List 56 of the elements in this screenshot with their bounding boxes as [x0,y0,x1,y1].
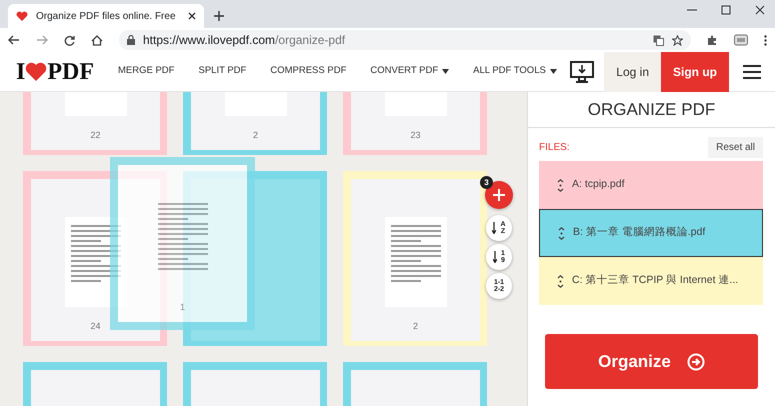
close-icon[interactable] [755,5,765,15]
browser-tab[interactable]: Organize PDF files online. Free [8,4,204,28]
file-name: A: tcpip.pdf [572,177,625,192]
page-number: 24 [90,320,100,332]
extension-icon[interactable] [734,34,748,46]
file-item[interactable]: B: 第一章 電腦網路概論.pdf [539,209,763,257]
more-icon[interactable] [764,34,767,46]
nav-link[interactable]: CONVERT PDF [370,64,450,79]
reload-icon[interactable] [64,34,75,46]
panel-title: ORGANIZE PDF [528,92,775,128]
page-number: 2 [252,128,258,142]
login-button[interactable]: Log in [604,52,661,92]
nav-link[interactable]: COMPRESS PDF [270,64,346,79]
file-name: C: 第十三章 TCPIP 與 Internet 連... [572,273,738,288]
page-card[interactable]: 2 [183,92,327,155]
nav-link[interactable]: ALL PDF TOOLS [473,64,557,79]
tab-title: Organize PDF files online. Free [36,10,177,24]
logo-text: PDF [47,60,94,84]
desktop-download-icon[interactable] [570,60,594,82]
page-card[interactable]: 23 [343,92,487,155]
logo-text: I [16,60,26,84]
heart-icon [25,62,48,82]
file-name: B: 第一章 電腦網路概論.pdf [573,225,706,240]
page-number: 22 [90,128,100,142]
reorder-icon [557,178,564,192]
reorder-icon [557,274,564,288]
page-number: 1 [180,300,185,314]
menu-icon[interactable] [743,64,761,78]
add-button[interactable] [485,181,513,209]
back-icon[interactable] [8,35,20,45]
nav-link[interactable]: SPLIT PDF [198,64,246,79]
signup-button[interactable]: Sign up [661,52,729,92]
lock-icon [127,35,135,45]
file-item[interactable]: A: tcpip.pdf [539,161,763,209]
reset-all-button[interactable]: Reset all [708,137,763,158]
home-icon[interactable] [91,34,103,46]
url-text: https://www.ilovepdf.com/organize-pdf [143,32,346,49]
file-item[interactable]: C: 第十三章 TCPIP 與 Internet 連... [539,257,763,305]
plus-icon [493,189,505,201]
page-number: 23 [410,128,420,142]
star-icon[interactable] [672,34,683,46]
new-tab-icon[interactable] [214,11,224,21]
heart-icon [16,10,28,22]
organize-button[interactable]: Organize [545,334,758,389]
address-bar[interactable]: https://www.ilovepdf.com/organize-pdf [119,30,691,50]
page-number: 2 [412,320,418,332]
arrow-circle-icon [686,352,705,370]
page-card[interactable]: 22 [23,92,167,155]
files-label: FILES: [539,141,570,155]
puzzle-icon[interactable] [707,34,718,46]
reorder-icon [558,226,565,240]
translate-icon[interactable] [653,34,664,46]
maximize-icon[interactable] [721,5,731,15]
close-icon[interactable] [188,12,196,20]
nav-link[interactable]: MERGE PDF [118,64,174,79]
site-logo[interactable]: I PDF [16,60,94,84]
